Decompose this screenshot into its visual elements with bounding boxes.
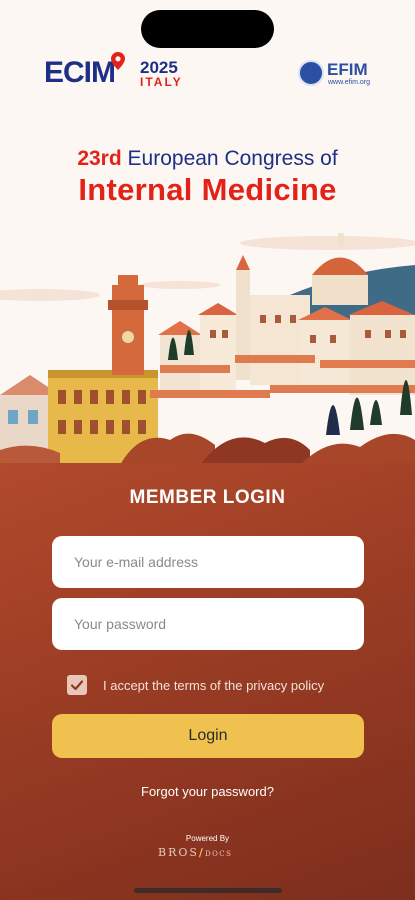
bros-docs-logo: BROS/DOCS — [158, 846, 258, 860]
email-field[interactable] — [52, 536, 364, 588]
check-icon — [70, 680, 84, 691]
header-area: ECIM 2025 ITALY EFIM www.efim.org 23rd E… — [0, 0, 415, 463]
globe-icon — [298, 60, 324, 86]
florence-skyline-illustration — [0, 233, 415, 463]
congress-title-text: European Congress of — [127, 147, 338, 170]
efim-url: www.efim.org — [328, 79, 371, 86]
login-screen: ECIM 2025 ITALY EFIM www.efim.org 23rd E… — [0, 0, 415, 900]
congress-edition: 23rd — [77, 147, 122, 170]
ecim-logo-text: ECIM — [44, 56, 116, 89]
login-heading: MEMBER LOGIN — [129, 487, 286, 508]
efim-logo-text: EFIM — [327, 60, 368, 79]
home-indicator — [134, 888, 282, 893]
brand-suffix: DOCS — [204, 850, 233, 858]
login-button[interactable]: Login — [52, 714, 364, 758]
password-field[interactable] — [52, 598, 364, 650]
efim-logo: EFIM www.efim.org — [298, 58, 378, 92]
powered-by-label: Powered By — [185, 834, 230, 843]
congress-title-line1: 23rd European Congress of — [0, 147, 415, 171]
forgot-password-link[interactable]: Forgot your password? — [0, 784, 415, 799]
device-notch — [141, 10, 274, 48]
congress-title-line2: Internal Medicine — [78, 172, 337, 207]
ecim-logo: ECIM 2025 ITALY — [44, 52, 194, 92]
privacy-policy-label[interactable]: I accept the terms of the privacy policy — [103, 678, 324, 693]
brand-main: BROS — [158, 846, 199, 859]
ecim-country: ITALY — [140, 75, 183, 89]
location-pin-icon — [111, 52, 125, 70]
privacy-checkbox[interactable] — [67, 675, 87, 695]
